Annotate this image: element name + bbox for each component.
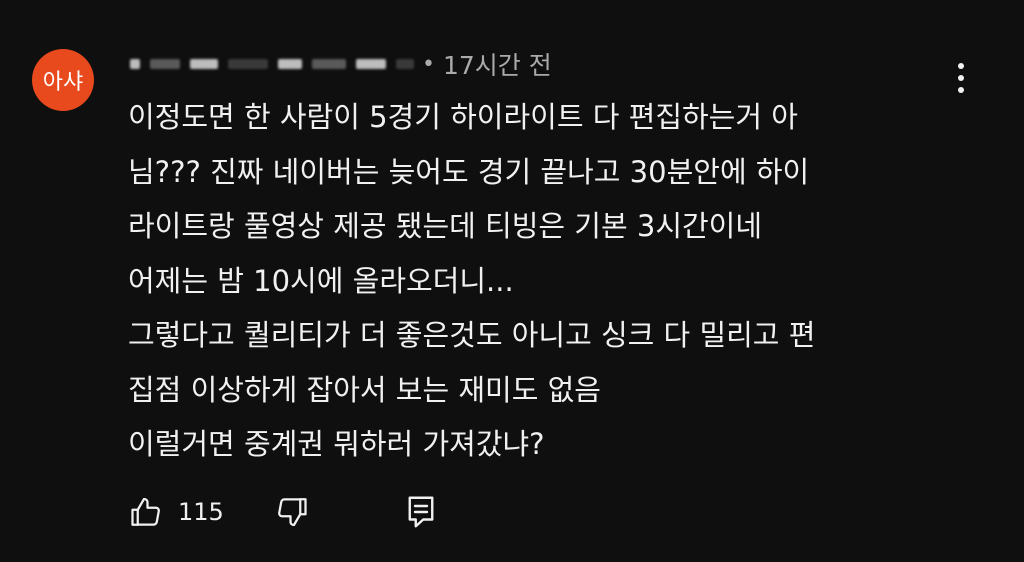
redacted-block xyxy=(396,59,414,69)
comment-line: 라이트랑 풀영상 제공 됐는데 티빙은 기본 3시간이네 xyxy=(128,209,763,243)
comment-timestamp[interactable]: 17시간 전 xyxy=(443,46,552,82)
thumbs-down-icon xyxy=(277,498,307,527)
thumbs-up-icon xyxy=(131,497,160,526)
comment-line: 님??? 진짜 네이버는 늦어도 경기 끝나고 30분안에 하이 xyxy=(128,154,810,189)
more-dot xyxy=(958,87,964,93)
comment-thread: 아샤 • 17시간 전 이정도면 한 사람이 5경기 하이라이트 다 편집하는거… xyxy=(0,0,1024,562)
redacted-block xyxy=(130,59,140,69)
reply-button[interactable] xyxy=(406,494,436,530)
redacted-block xyxy=(312,59,346,69)
like-button[interactable] xyxy=(128,494,164,530)
redacted-block xyxy=(278,59,302,69)
comment-line: 그렇다고 퀄리티가 더 좋은것도 아니고 싱크 다 밀리고 편 xyxy=(128,318,816,352)
more-dot xyxy=(958,75,964,81)
avatar[interactable]: 아샤 xyxy=(32,49,94,111)
comment-text: 이정도면 한 사람이 5경기 하이라이트 다 편집하는거 아 님??? 진짜 네… xyxy=(128,90,958,472)
comment-line: 이정도면 한 사람이 5경기 하이라이트 다 편집하는거 아 xyxy=(128,100,798,134)
like-count: 115 xyxy=(178,498,224,526)
comment-actions: 115 xyxy=(128,492,436,532)
dislike-button[interactable] xyxy=(274,494,310,530)
redacted-block xyxy=(356,59,386,69)
author-name-redacted[interactable] xyxy=(130,54,414,74)
more-dot xyxy=(958,63,964,69)
redacted-block xyxy=(228,59,268,69)
reply-icon xyxy=(408,496,434,528)
redacted-block xyxy=(150,59,180,69)
comment-line: 이럴거면 중계권 뭐하러 가져갔냐? xyxy=(128,427,545,461)
comment-line: 집점 이상하게 잡아서 보는 재미도 없음 xyxy=(128,372,601,407)
comment-header: • 17시간 전 xyxy=(130,46,552,82)
avatar-initials: 아샤 xyxy=(42,70,84,95)
header-separator: • xyxy=(422,51,435,77)
redacted-block xyxy=(190,59,218,69)
comment-line: 어제는 밤 10시에 올라오더니... xyxy=(128,263,514,298)
